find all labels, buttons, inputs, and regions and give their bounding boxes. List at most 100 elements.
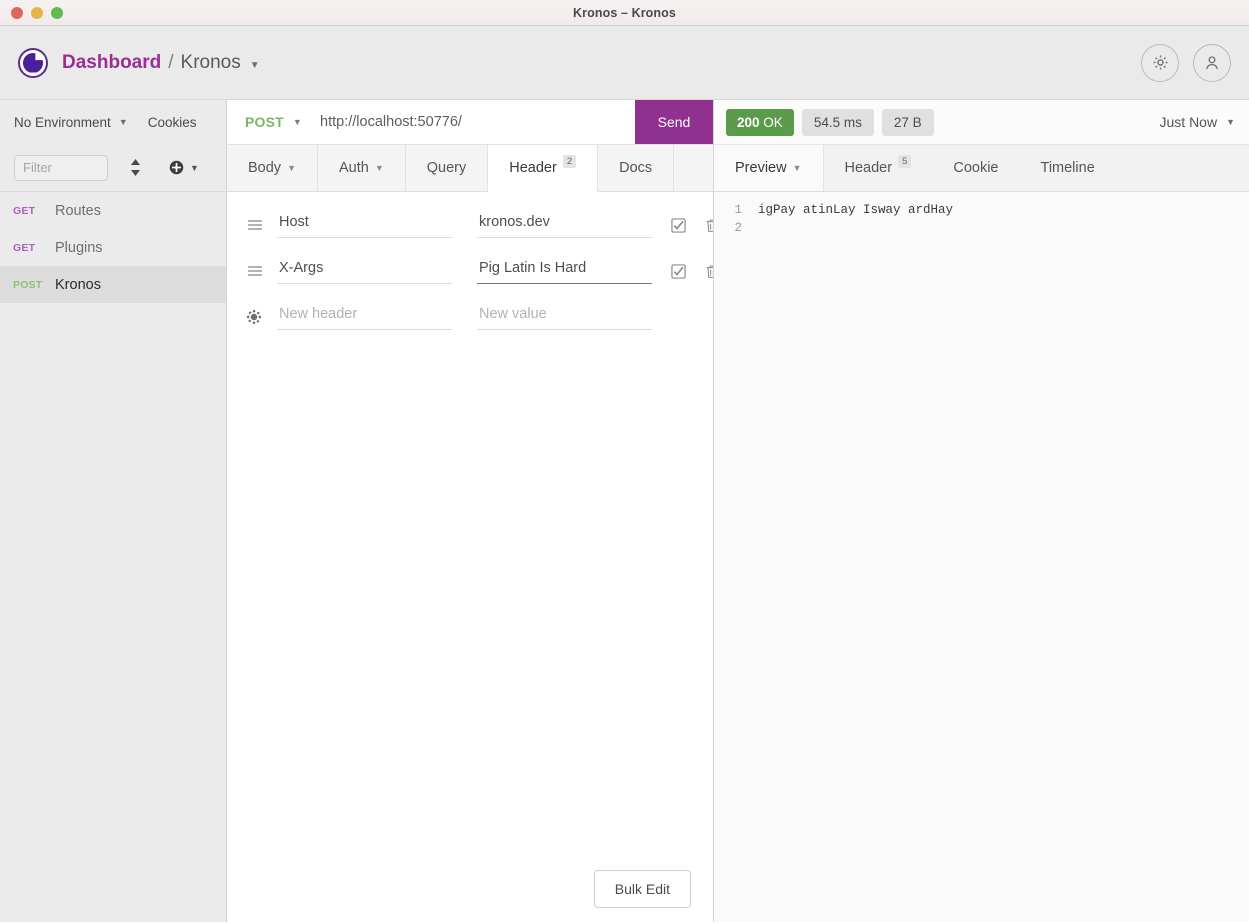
app-logo-icon <box>18 47 48 78</box>
send-button[interactable]: Send <box>635 100 713 144</box>
header-name-input[interactable] <box>277 213 452 238</box>
status-badge[interactable]: 200 OK <box>726 108 794 136</box>
header-value-input[interactable] <box>477 259 652 284</box>
list-item[interactable]: GET Routes <box>0 192 226 229</box>
gear-icon[interactable] <box>247 310 277 324</box>
tab-label: Docs <box>619 160 653 176</box>
response-pane: 200 OK 54.5 ms 27 B Just Now ▼ Preview ▼… <box>714 100 1249 922</box>
request-tabs: Body ▼ Auth ▼ Query Header 2 Docs <box>227 145 713 192</box>
line-number-gutter: 1 2 <box>714 201 748 922</box>
delete-header-button[interactable] <box>705 218 713 233</box>
method-label: POST <box>245 114 284 130</box>
tab-query[interactable]: Query <box>406 145 489 191</box>
request-method-badge: GET <box>13 241 36 254</box>
response-body-text: igPay atinLay Isway ardHay <box>748 201 953 922</box>
chevron-down-icon: ▼ <box>792 163 802 173</box>
sort-button[interactable] <box>130 159 141 176</box>
request-list: GET Routes GET Plugins POST Kronos <box>0 192 226 922</box>
user-icon <box>1206 55 1218 69</box>
tab-label: Timeline <box>1040 160 1095 176</box>
chevron-down-icon[interactable]: ▼ <box>119 117 128 127</box>
header-row-actions <box>671 263 713 279</box>
header-enabled-checkbox[interactable] <box>671 263 686 279</box>
request-method-badge: POST <box>13 278 43 291</box>
filter-row: ▼ <box>0 144 226 192</box>
line-number: 1 <box>734 203 742 217</box>
main-area: No Environment ▼ Cookies ▼ GET <box>0 100 1249 922</box>
tab-timeline[interactable]: Timeline <box>1020 145 1116 191</box>
header-actions <box>1141 43 1231 82</box>
breadcrumb: Dashboard / Kronos ▼ <box>62 52 260 74</box>
tab-body[interactable]: Body ▼ <box>227 145 318 191</box>
request-name: Kronos <box>55 276 101 293</box>
header-enabled-checkbox[interactable] <box>671 217 686 233</box>
list-item[interactable]: GET Plugins <box>0 229 226 266</box>
url-bar: POST ▼ http://localhost:50776/ Send <box>227 100 713 145</box>
headers-editor: Bulk Edit <box>227 192 713 922</box>
window-titlebar: Kronos – Kronos <box>0 0 1249 26</box>
tab-badge-count: 2 <box>562 155 577 168</box>
tab-label: Query <box>426 160 467 176</box>
line-number: 2 <box>734 221 742 235</box>
chevron-down-icon[interactable]: ▼ <box>250 60 260 71</box>
filter-input[interactable] <box>14 154 108 181</box>
account-button[interactable] <box>1193 43 1231 82</box>
request-method-badge: GET <box>13 204 36 217</box>
header-value-input[interactable] <box>477 213 652 238</box>
cookies-button[interactable]: Cookies <box>148 115 197 130</box>
drag-handle-icon[interactable] <box>247 219 277 231</box>
header-name-input[interactable] <box>277 259 452 284</box>
tab-response-header[interactable]: Header 5 <box>824 145 933 191</box>
response-size-badge[interactable]: 27 B <box>881 108 934 136</box>
checkbox-checked-icon <box>671 217 686 233</box>
bulk-edit-wrap: Bulk Edit <box>593 870 691 908</box>
tab-header[interactable]: Header 2 <box>488 145 599 192</box>
request-name: Plugins <box>55 239 103 256</box>
status-code: 200 <box>737 114 760 130</box>
code-line: igPay atinLay Isway ardHay <box>758 203 954 217</box>
delete-header-button[interactable] <box>705 264 713 279</box>
response-status-bar: 200 OK 54.5 ms 27 B Just Now ▼ <box>714 100 1249 145</box>
tab-label: Preview <box>735 160 787 176</box>
new-header-name-input[interactable] <box>277 305 452 330</box>
response-timestamp: Just Now <box>1159 114 1218 130</box>
drag-handle-icon[interactable] <box>247 265 277 277</box>
settings-button[interactable] <box>1141 43 1179 82</box>
header-row-actions <box>671 217 713 233</box>
response-history-selector[interactable]: Just Now ▼ <box>1160 114 1236 130</box>
url-input[interactable]: http://localhost:50776/ <box>302 100 635 144</box>
tab-label: Header <box>844 160 893 176</box>
tab-label: Cookie <box>953 160 999 176</box>
tab-auth[interactable]: Auth ▼ <box>318 145 406 191</box>
request-name: Routes <box>55 202 101 219</box>
tab-docs[interactable]: Docs <box>598 145 675 191</box>
bulk-edit-button[interactable]: Bulk Edit <box>593 870 691 908</box>
breadcrumb-dashboard[interactable]: Dashboard <box>62 52 161 74</box>
new-header-row <box>227 294 713 340</box>
breadcrumb-current-workspace[interactable]: Kronos <box>181 52 241 74</box>
header-row <box>227 248 713 294</box>
tab-cookie[interactable]: Cookie <box>932 145 1019 191</box>
gear-icon <box>1153 55 1167 70</box>
chevron-down-icon[interactable]: ▼ <box>190 163 199 173</box>
tab-label: Header <box>509 160 557 176</box>
trash-icon <box>706 218 713 232</box>
plus-circle-icon <box>169 160 184 175</box>
window-title: Kronos – Kronos <box>573 5 676 20</box>
status-text: OK <box>763 114 783 130</box>
tab-badge-count: 5 <box>898 155 912 168</box>
tab-label: Body <box>248 160 282 176</box>
response-tabs: Preview ▼ Header 5 Cookie Timeline <box>714 145 1249 192</box>
response-time-badge[interactable]: 54.5 ms <box>801 108 874 136</box>
list-item-selected[interactable]: POST Kronos <box>0 266 226 303</box>
environment-row: No Environment ▼ Cookies <box>0 100 226 144</box>
method-selector[interactable]: POST ▼ <box>227 100 302 144</box>
environment-selector[interactable]: No Environment <box>14 115 111 130</box>
tab-preview[interactable]: Preview ▼ <box>714 145 824 191</box>
add-request-button[interactable]: ▼ <box>169 160 199 175</box>
response-body[interactable]: 1 2 igPay atinLay Isway ardHay <box>714 192 1249 922</box>
chevron-down-icon: ▼ <box>374 163 384 173</box>
breadcrumb-separator: / <box>168 51 174 73</box>
tab-label: Auth <box>338 160 369 176</box>
new-header-value-input[interactable] <box>477 305 652 330</box>
